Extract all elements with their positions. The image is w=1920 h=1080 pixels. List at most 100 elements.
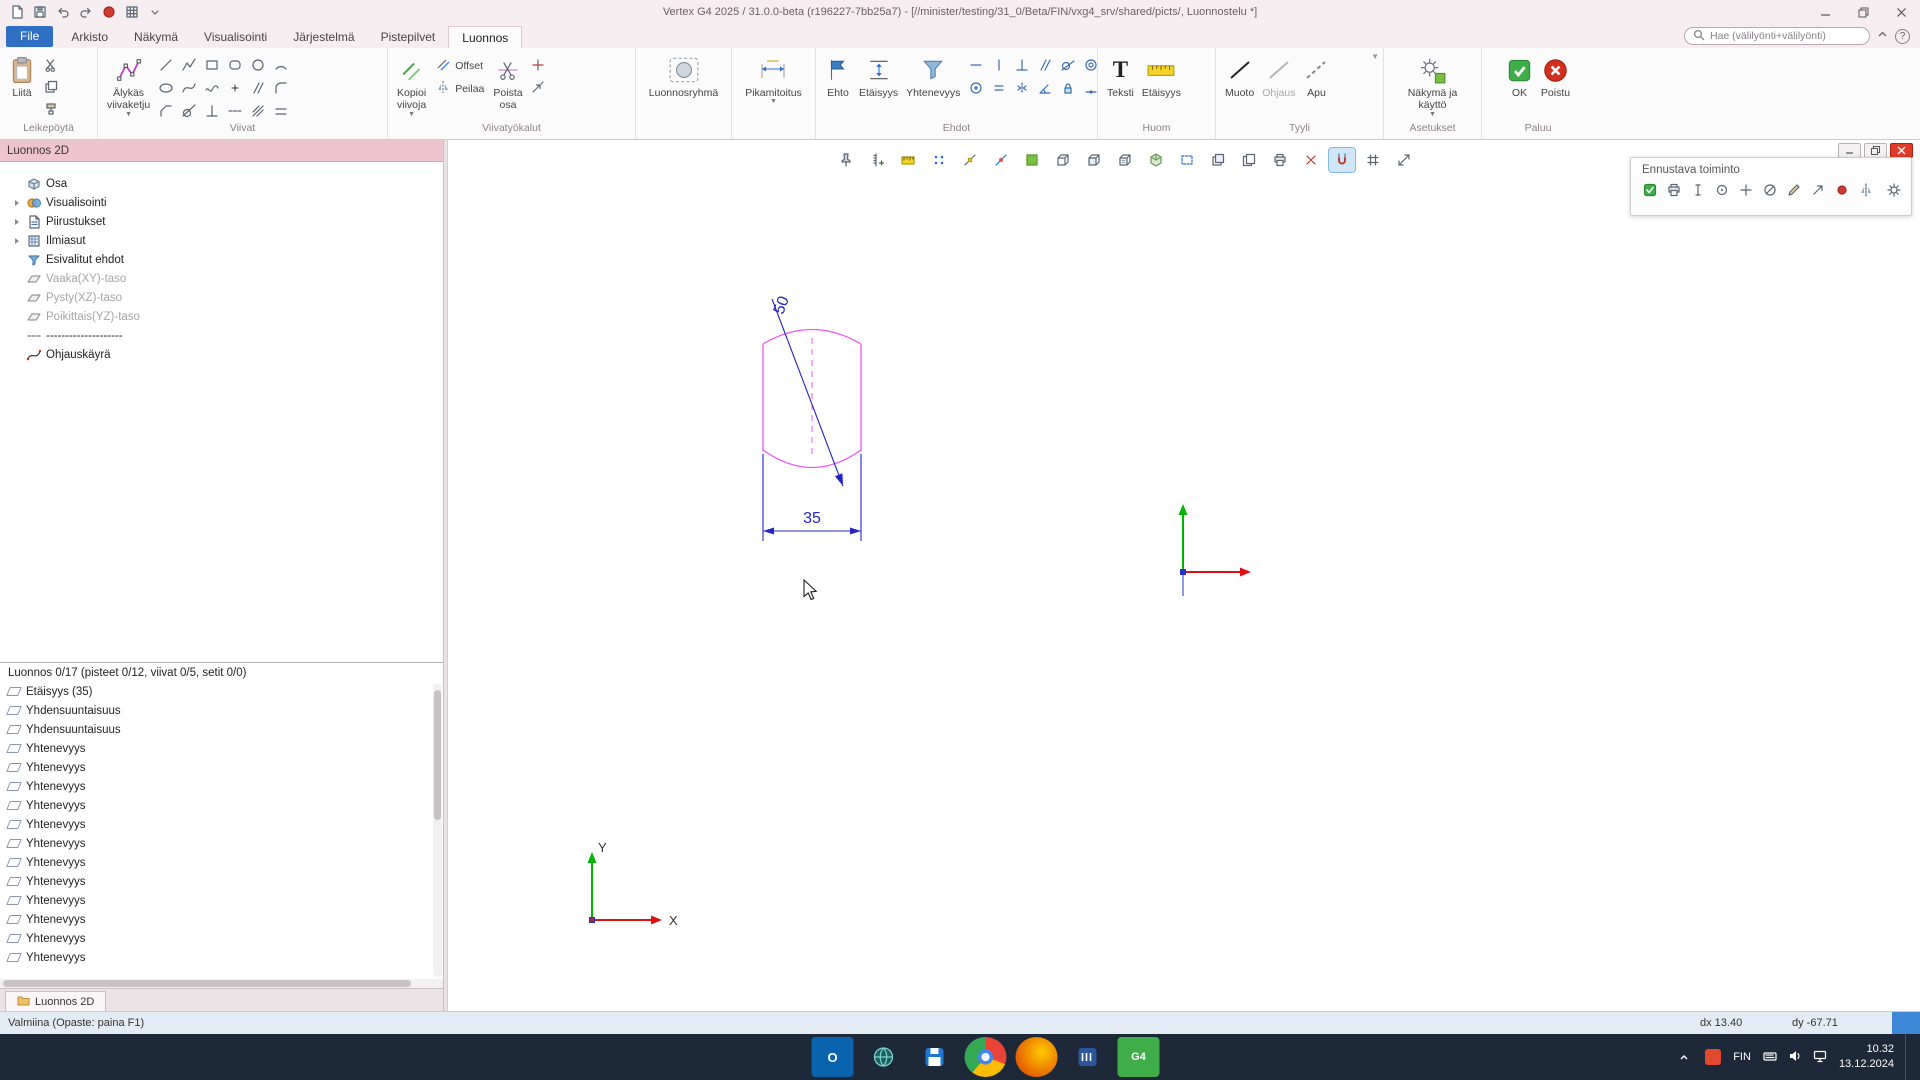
angle-constraint-icon[interactable] bbox=[1034, 77, 1055, 98]
dialog-launcher-icon[interactable]: ▼ bbox=[1371, 52, 1379, 61]
search-input[interactable]: Hae (välilyönti+välilyönti) bbox=[1684, 27, 1870, 45]
paste-button[interactable]: Liitä bbox=[6, 53, 38, 100]
doc-minimize-button[interactable] bbox=[1838, 143, 1861, 158]
file-menu-button[interactable]: File bbox=[6, 26, 53, 47]
menu-tab-arkisto[interactable]: Arkisto bbox=[58, 26, 121, 48]
chrome-icon[interactable] bbox=[965, 1037, 1007, 1077]
magnet-icon[interactable] bbox=[1329, 148, 1355, 172]
drawing-canvas[interactable]: 35 50 Y X bbox=[448, 140, 1920, 1011]
tray-chevron-icon[interactable] bbox=[1675, 1048, 1693, 1066]
measure-tape-icon[interactable] bbox=[895, 148, 921, 172]
keyboard-icon[interactable] bbox=[1762, 1048, 1778, 1067]
menu-tab-luonnos[interactable]: Luonnos bbox=[448, 26, 522, 48]
settings-gear-icon[interactable] bbox=[1883, 180, 1904, 199]
chamfer-icon[interactable] bbox=[155, 100, 176, 121]
constraint-item[interactable]: Yhtenevyys bbox=[0, 891, 443, 910]
constraint-item[interactable]: Yhtenevyys bbox=[0, 910, 443, 929]
expand-arrow-icon[interactable] bbox=[8, 199, 25, 207]
point-icon[interactable] bbox=[224, 77, 245, 98]
hatch-icon[interactable] bbox=[247, 100, 268, 121]
tab-luonnos-2d[interactable]: Luonnos 2D bbox=[5, 991, 106, 1011]
erase-icon[interactable] bbox=[1298, 148, 1324, 172]
dimension-value-50[interactable]: 50 bbox=[771, 294, 793, 317]
box-iso-icon[interactable] bbox=[1143, 148, 1169, 172]
text-button[interactable]: T Teksti bbox=[1104, 53, 1137, 100]
box-wire-icon[interactable] bbox=[1050, 148, 1076, 172]
dimension-value-35[interactable]: 35 bbox=[803, 510, 821, 527]
tree-item-visualisointi[interactable]: Visualisointi bbox=[0, 193, 443, 212]
transform-icon[interactable] bbox=[1391, 148, 1417, 172]
language-indicator[interactable]: FIN bbox=[1733, 1051, 1751, 1063]
copy-view-icon[interactable] bbox=[1205, 148, 1231, 172]
text-cursor-icon[interactable] bbox=[1687, 180, 1708, 199]
copy-icon[interactable] bbox=[40, 76, 61, 97]
qat-dropdown-icon[interactable] bbox=[144, 3, 165, 22]
tangent-constraint-icon[interactable] bbox=[1057, 54, 1078, 75]
guide-style-button[interactable]: Ohjaus bbox=[1259, 53, 1298, 100]
disk-icon[interactable] bbox=[914, 1037, 956, 1077]
no-entry-icon[interactable] bbox=[1759, 180, 1780, 199]
maximize-button[interactable] bbox=[1844, 0, 1882, 24]
symmetric-constraint-icon[interactable] bbox=[1011, 77, 1032, 98]
spline-icon[interactable] bbox=[178, 77, 199, 98]
arc-icon[interactable] bbox=[270, 54, 291, 75]
constraint-item[interactable]: Yhtenevyys bbox=[0, 739, 443, 758]
new-file-icon[interactable] bbox=[6, 3, 27, 22]
minimize-button[interactable] bbox=[1806, 0, 1844, 24]
plus-icon[interactable] bbox=[1735, 180, 1756, 199]
doc-restore-button[interactable] bbox=[1864, 143, 1887, 158]
constraint-item[interactable]: Yhtenevyys bbox=[0, 796, 443, 815]
extend-icon[interactable] bbox=[528, 76, 549, 97]
constraint-item[interactable]: Yhtenevyys bbox=[0, 815, 443, 834]
annotation-dimension-button[interactable]: Etäisyys bbox=[1139, 53, 1184, 100]
tree-item-vaaka-xy-taso[interactable]: Vaaka(XY)-taso bbox=[0, 269, 443, 288]
pin-icon[interactable] bbox=[833, 148, 859, 172]
outlook-icon[interactable]: O bbox=[812, 1037, 854, 1077]
tree-item-esivalitut-ehdot[interactable]: Esivalitut ehdot bbox=[0, 250, 443, 269]
snap-points-icon[interactable] bbox=[926, 148, 952, 172]
status-indicator[interactable] bbox=[1892, 1012, 1920, 1034]
speaker-icon[interactable] bbox=[1787, 1048, 1803, 1067]
smart-polyline-button[interactable]: Älykäs viivaketju ▼ bbox=[104, 53, 153, 118]
rounded-rect-icon[interactable] bbox=[224, 54, 245, 75]
constraint-item[interactable]: Yhtenevyys bbox=[0, 948, 443, 967]
line-icon[interactable] bbox=[155, 54, 176, 75]
tree-item-pysty-xz-taso[interactable]: Pysty(XZ)-taso bbox=[0, 288, 443, 307]
constraint-item[interactable]: Yhtenevyys bbox=[0, 834, 443, 853]
parallel-lines-icon[interactable] bbox=[247, 77, 268, 98]
arrow-icon[interactable] bbox=[1807, 180, 1828, 199]
printer-small-icon[interactable] bbox=[1663, 180, 1684, 199]
snap-node-icon[interactable] bbox=[957, 148, 983, 172]
ok-button[interactable]: OK bbox=[1503, 53, 1536, 100]
distance-constraint-button[interactable]: Etäisyys bbox=[856, 53, 901, 100]
clock[interactable]: 10.32 13.12.2024 bbox=[1839, 1042, 1894, 1072]
constraint-item[interactable]: Yhdensuuntaisuus bbox=[0, 701, 443, 720]
constraint-button[interactable]: Ehto bbox=[822, 53, 854, 100]
undo-icon[interactable] bbox=[52, 3, 73, 22]
help-icon[interactable]: ? bbox=[1895, 29, 1910, 44]
constraint-item[interactable]: Yhtenevyys bbox=[0, 777, 443, 796]
exit-button[interactable]: Poistu bbox=[1538, 53, 1573, 100]
constraint-item[interactable]: Etäisyys (35) bbox=[0, 682, 443, 701]
record-dot-icon[interactable] bbox=[1831, 180, 1852, 199]
fix-constraint-icon[interactable] bbox=[1057, 77, 1078, 98]
show-desktop-button[interactable] bbox=[1905, 1034, 1910, 1080]
vertical-scrollbar[interactable] bbox=[433, 684, 442, 977]
sheets-icon[interactable] bbox=[1236, 148, 1262, 172]
expand-arrow-icon[interactable] bbox=[8, 237, 25, 245]
scrollbar-thumb[interactable] bbox=[434, 690, 441, 820]
fillet-icon[interactable] bbox=[270, 77, 291, 98]
fill-color-icon[interactable] bbox=[1019, 148, 1045, 172]
equal-constraint-icon[interactable] bbox=[988, 77, 1009, 98]
tree-item-ohjauskayra[interactable]: Ohjauskäyrä bbox=[0, 345, 443, 364]
code-icon[interactable] bbox=[1067, 1037, 1109, 1077]
aux-style-button[interactable]: Apu bbox=[1300, 53, 1332, 100]
menu-tab-näkymä[interactable]: Näkymä bbox=[121, 26, 191, 48]
close-button[interactable] bbox=[1882, 0, 1920, 24]
save-icon[interactable] bbox=[29, 3, 50, 22]
record-icon[interactable] bbox=[98, 3, 119, 22]
firefox-icon[interactable] bbox=[1016, 1037, 1058, 1077]
ribbon-collapse-icon[interactable] bbox=[1877, 29, 1888, 43]
expand-arrow-icon[interactable] bbox=[8, 218, 25, 226]
printer-icon[interactable] bbox=[1267, 148, 1293, 172]
